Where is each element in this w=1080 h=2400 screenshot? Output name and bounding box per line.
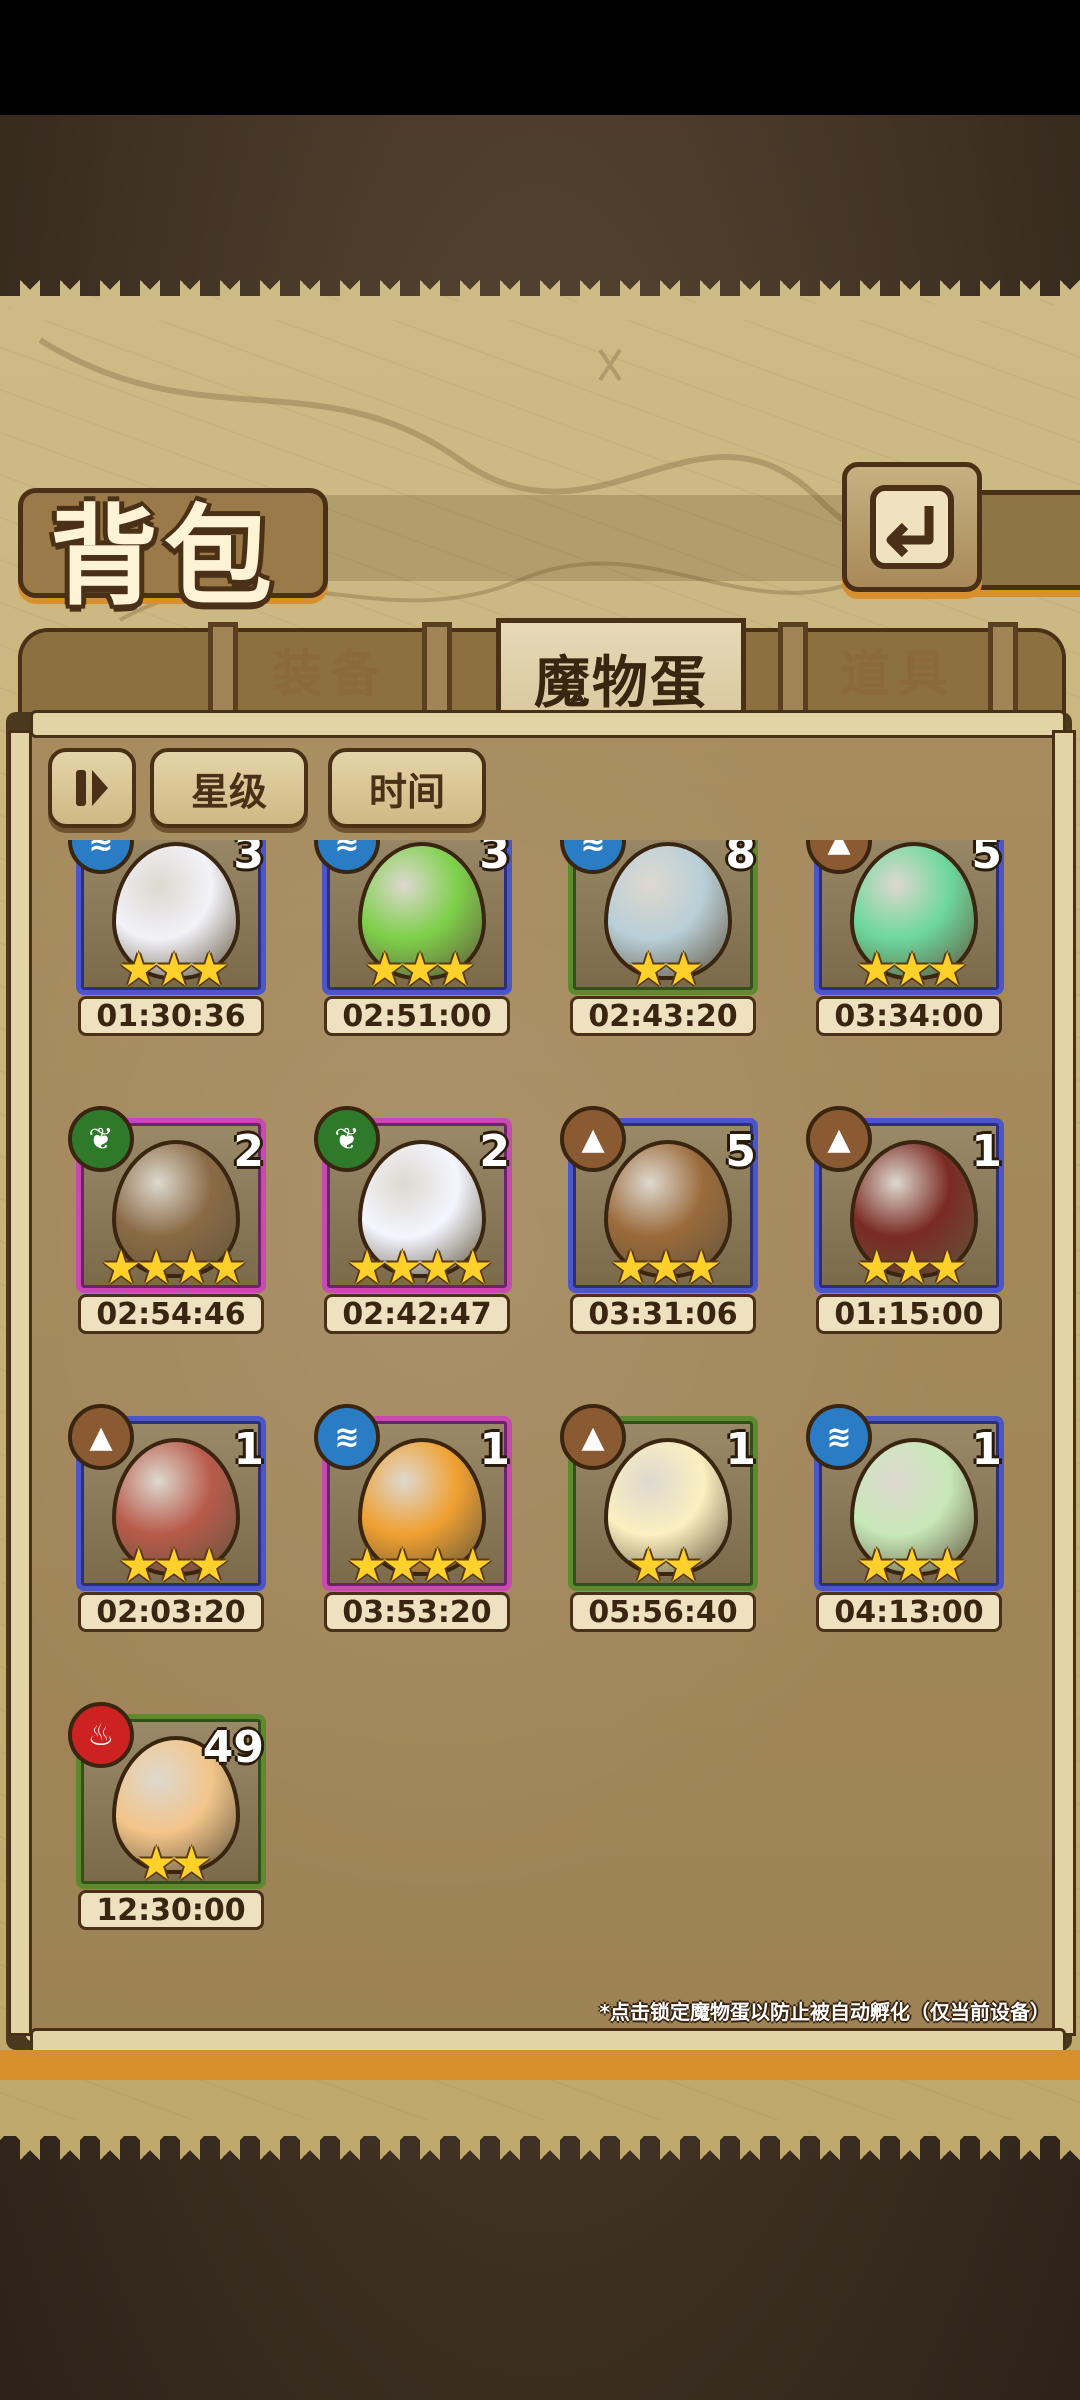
sort-by-star-button[interactable]: 星级	[150, 748, 308, 828]
egg-card[interactable]: ▲ 1 ★★★ 01:15:00	[806, 1106, 1016, 1338]
hatch-timer: 12:30:00	[78, 1890, 264, 1930]
egg-card[interactable]: ≋ 1 ★★★★ 03:53:20	[314, 1404, 524, 1636]
egg-count: 1	[971, 1424, 1002, 1475]
parchment-torn-edge-bottom	[0, 2120, 1080, 2160]
pause-icon	[76, 770, 108, 806]
water-element-icon: ≋	[314, 1404, 380, 1470]
star-rating: ★★★★	[346, 1538, 494, 1592]
panel-bottom-strip	[0, 2050, 1080, 2080]
egg-count: 1	[479, 1424, 510, 1475]
star-rating: ★★	[627, 1538, 704, 1592]
egg-card[interactable]: ≋ 3 ★★★ 02:51:00	[314, 840, 524, 1040]
hatch-timer: 02:54:46	[78, 1294, 264, 1334]
egg-card[interactable]: ≋ 3 ★★★ 01:30:36	[68, 840, 278, 1040]
star-rating: ★★★	[118, 942, 230, 996]
egg-count: 1	[233, 1424, 264, 1475]
egg-count: 49	[202, 1722, 264, 1773]
pause-button[interactable]	[48, 748, 136, 828]
earth-element-icon: ▲	[560, 1404, 626, 1470]
egg-count: 1	[725, 1424, 756, 1475]
hatch-timer: 02:03:20	[78, 1592, 264, 1632]
star-rating: ★★	[627, 942, 704, 996]
tab-items-label: 道具	[840, 645, 956, 703]
earth-element-icon: ▲	[560, 1106, 626, 1172]
tab-equipment-label: 装备	[272, 645, 388, 703]
page-title: 背包	[50, 495, 279, 620]
star-rating: ★★★★	[100, 1240, 248, 1294]
egg-count: 3	[479, 840, 510, 879]
back-arrow-icon	[870, 485, 954, 569]
egg-count: 3	[233, 840, 264, 879]
fire-element-icon: ♨	[68, 1702, 134, 1768]
tab-equipment[interactable]: 装备	[208, 622, 452, 728]
egg-count: 5	[725, 1126, 756, 1177]
panel-left-post	[8, 730, 32, 2036]
hatch-timer: 02:43:20	[570, 996, 756, 1036]
star-rating: ★★★	[856, 1538, 968, 1592]
hatch-timer: 03:31:06	[570, 1294, 756, 1334]
tab-items[interactable]: 道具	[778, 622, 1018, 728]
parchment-torn-edge-top	[0, 280, 1080, 320]
leaf-element-icon: ❦	[68, 1106, 134, 1172]
egg-card[interactable]: ≋ 1 ★★★ 04:13:00	[806, 1404, 1016, 1636]
back-button[interactable]	[842, 462, 982, 592]
egg-card[interactable]: ▲ 5 ★★★ 03:34:00	[806, 840, 1016, 1040]
hatch-timer: 01:30:36	[78, 996, 264, 1036]
star-rating: ★★	[135, 1836, 212, 1890]
earth-element-icon: ▲	[806, 1106, 872, 1172]
egg-card[interactable]: ▲ 5 ★★★ 03:31:06	[560, 1106, 770, 1338]
hatch-timer: 05:56:40	[570, 1592, 756, 1632]
egg-count: 5	[971, 840, 1002, 879]
star-rating: ★★★	[856, 1240, 968, 1294]
water-element-icon: ≋	[806, 1404, 872, 1470]
egg-card[interactable]: ▲ 1 ★★ 05:56:40	[560, 1404, 770, 1636]
egg-card[interactable]: ≋ 8 ★★ 02:43:20	[560, 840, 770, 1040]
lock-hint-text: *点击锁定魔物蛋以防止被自动孵化（仅当前设备）	[599, 2000, 1050, 2024]
sort-by-time-button[interactable]: 时间	[328, 748, 486, 828]
hatch-timer: 03:53:20	[324, 1592, 510, 1632]
panel-right-post	[1052, 730, 1076, 2036]
star-rating: ★★★	[856, 942, 968, 996]
egg-grid: ≋ 3 ★★★ 01:30:36 ≋ 3 ★★★ 02:51:00 ≋ 8 ★★ 02:43:20 ▲ 5…	[60, 840, 1020, 1950]
star-rating: ★★★	[364, 942, 476, 996]
hatch-timer: 02:51:00	[324, 996, 510, 1036]
tab-monster-eggs-label: 魔物蛋	[534, 650, 708, 716]
star-rating: ★★★	[118, 1538, 230, 1592]
egg-count: 1	[971, 1126, 1002, 1177]
hatch-timer: 03:34:00	[816, 996, 1002, 1036]
leaf-element-icon: ❦	[314, 1106, 380, 1172]
egg-count: 2	[479, 1126, 510, 1177]
egg-card[interactable]: ♨ 49 ★★ 12:30:00	[68, 1702, 278, 1934]
earth-element-icon: ▲	[68, 1404, 134, 1470]
star-rating: ★★★	[610, 1240, 722, 1294]
egg-card[interactable]: ❦ 2 ★★★★ 02:54:46	[68, 1106, 278, 1338]
panel-top-rail	[30, 710, 1066, 738]
egg-count: 2	[233, 1126, 264, 1177]
status-bar-area	[0, 0, 1080, 115]
egg-count: 8	[725, 840, 756, 879]
star-rating: ★★★★	[346, 1240, 494, 1294]
hatch-timer: 02:42:47	[324, 1294, 510, 1334]
hatch-timer: 01:15:00	[816, 1294, 1002, 1334]
egg-card[interactable]: ▲ 1 ★★★ 02:03:20	[68, 1404, 278, 1636]
hatch-timer: 04:13:00	[816, 1592, 1002, 1632]
egg-card[interactable]: ❦ 2 ★★★★ 02:42:47	[314, 1106, 524, 1338]
